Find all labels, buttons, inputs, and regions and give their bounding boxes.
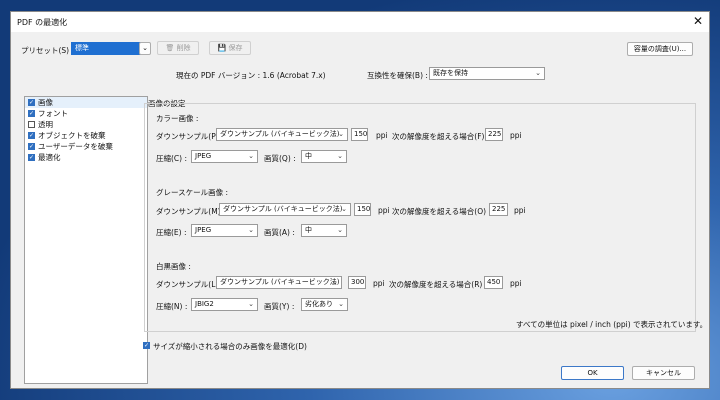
delete-button[interactable]: 🗑 削除	[157, 41, 199, 55]
chevron-down-icon: ⌄	[338, 130, 344, 138]
mono-above-input[interactable]: 450	[484, 276, 503, 289]
preset-value: 標準	[75, 44, 89, 52]
color-above-input[interactable]: 225	[485, 128, 503, 141]
chevron-down-icon: ⌄	[248, 300, 254, 308]
gray-above-input[interactable]: 225	[489, 203, 508, 216]
chevron-down-icon: ⌄	[337, 152, 343, 160]
color-compress-select[interactable]: JPEG ⌄	[191, 150, 258, 163]
checkbox-icon[interactable]: ✓	[28, 143, 35, 150]
color-ppi-input[interactable]: 150	[351, 128, 368, 141]
list-item-label: 透明	[38, 120, 53, 129]
cancel-button[interactable]: キャンセル	[632, 366, 695, 380]
gray-above-unit: ppi	[514, 206, 526, 215]
chevron-down-icon: ⌄	[248, 226, 254, 234]
color-downsample-value: ダウンサンプル (バイキュービック法)	[220, 130, 340, 138]
gray-compress-value: JPEG	[195, 226, 212, 234]
mono-downsample-select[interactable]: ダウンサンプル (バイキュービック法) ⌄	[216, 276, 342, 289]
gray-compress-label: 圧縮(E) :	[156, 228, 187, 237]
gray-quality-select[interactable]: 中 ⌄	[301, 224, 347, 237]
ok-button[interactable]: OK	[561, 366, 624, 380]
gray-downsample-select[interactable]: ダウンサンプル (バイキュービック法) ⌄	[219, 203, 351, 216]
mono-compress-label: 圧縮(N) :	[156, 302, 188, 311]
preset-select[interactable]: 標準	[71, 42, 149, 55]
trash-icon: 🗑	[165, 44, 175, 52]
optimize-pdf-dialog: PDF の最適化 ✕ プリセット(S) : 標準 ⌄ 🗑 削除 💾 保存 容量の…	[10, 11, 710, 389]
gray-downsample-label: ダウンサンプル(M) :	[156, 207, 226, 216]
close-icon[interactable]: ✕	[693, 14, 703, 28]
delete-label: 削除	[176, 44, 191, 52]
chevron-down-icon: ⌄	[248, 152, 254, 160]
preset-label: プリセット(S) :	[21, 46, 75, 55]
color-downsample-select[interactable]: ダウンサンプル (バイキュービック法) ⌄	[216, 128, 348, 141]
gray-section-title: グレースケール画像 :	[156, 188, 229, 197]
list-item-images[interactable]: ✓ 画像	[25, 97, 147, 108]
color-section-title: カラー画像 :	[156, 114, 199, 123]
checkbox-icon[interactable]: ✓	[28, 132, 35, 139]
mono-compress-value: JBIG2	[195, 300, 214, 308]
color-quality-select[interactable]: 中 ⌄	[301, 150, 347, 163]
list-item-optimize[interactable]: ✓ 最適化	[25, 152, 147, 163]
color-ppi-unit: ppi	[376, 131, 388, 140]
floppy-icon: 💾	[217, 44, 227, 52]
mono-above-unit: ppi	[510, 279, 522, 288]
color-downsample-label: ダウンサンプル(P) :	[156, 132, 224, 141]
gray-quality-value: 中	[305, 226, 312, 234]
list-item-discard-objects[interactable]: ✓ オブジェクトを破棄	[25, 130, 147, 141]
color-above-unit: ppi	[510, 131, 522, 140]
color-compress-value: JPEG	[195, 152, 212, 160]
dialog-title: PDF の最適化	[17, 18, 68, 27]
color-compress-label: 圧縮(C) :	[156, 154, 187, 163]
mono-quality-label: 画質(Y) :	[264, 302, 295, 311]
chevron-down-icon: ⌄	[535, 69, 541, 77]
color-above-label: 次の解像度を超える場合(F) :	[392, 132, 490, 141]
checkbox-icon[interactable]	[28, 121, 35, 128]
mono-quality-select[interactable]: 劣化あり ⌄	[301, 298, 348, 311]
compat-value: 既存を保持	[433, 69, 468, 77]
mono-section-title: 白黒画像 :	[156, 262, 191, 271]
list-item-label: フォント	[38, 109, 68, 118]
preset-dropdown-button[interactable]: ⌄	[139, 42, 151, 55]
list-item-transparency[interactable]: 透明	[25, 119, 147, 130]
gray-ppi-unit: ppi	[378, 206, 390, 215]
list-item-discard-user-data[interactable]: ✓ ユーザーデータを破棄	[25, 141, 147, 152]
mono-downsample-label: ダウンサンプル(L) :	[156, 280, 224, 289]
checkbox-icon[interactable]: ✓	[143, 342, 150, 349]
checkbox-icon[interactable]: ✓	[28, 110, 35, 117]
mono-above-label: 次の解像度を超える場合(R) :	[389, 280, 488, 289]
mono-quality-value: 劣化あり	[305, 300, 333, 308]
chevron-down-icon: ⌄	[341, 205, 347, 213]
audit-space-button[interactable]: 容量の調査(U)...	[627, 42, 693, 56]
compat-label: 互換性を確保(B) :	[367, 71, 428, 80]
color-quality-value: 中	[305, 152, 312, 160]
chevron-down-icon: ⌄	[142, 44, 148, 52]
gray-downsample-value: ダウンサンプル (バイキュービック法)	[223, 205, 343, 213]
current-version-text: 現在の PDF バージョン : 1.6 (Acrobat 7.x)	[176, 71, 326, 80]
color-quality-label: 画質(Q) :	[264, 154, 296, 163]
title-bar: PDF の最適化 ✕	[11, 12, 709, 32]
list-item-label: 最適化	[38, 153, 61, 162]
gray-above-label: 次の解像度を超える場合(O) :	[392, 207, 491, 216]
gray-ppi-input[interactable]: 150	[354, 203, 371, 216]
gray-compress-select[interactable]: JPEG ⌄	[191, 224, 258, 237]
save-button[interactable]: 💾 保存	[209, 41, 251, 55]
list-item-label: オブジェクトを破棄	[38, 131, 106, 140]
units-note: すべての単位は pixel / inch (ppi) で表示されています。	[516, 320, 708, 329]
mono-downsample-value: ダウンサンプル (バイキュービック法)	[220, 278, 340, 286]
mono-compress-select[interactable]: JBIG2 ⌄	[191, 298, 258, 311]
list-item-label: ユーザーデータを破棄	[38, 142, 113, 151]
list-item-label: 画像	[38, 98, 53, 107]
checkbox-icon[interactable]: ✓	[28, 99, 35, 106]
checkbox-icon[interactable]: ✓	[28, 154, 35, 161]
chevron-down-icon: ⌄	[332, 278, 338, 286]
mono-ppi-input[interactable]: 300	[348, 276, 366, 289]
chevron-down-icon: ⌄	[337, 226, 343, 234]
gray-quality-label: 画質(A) :	[264, 228, 295, 237]
mono-ppi-unit: ppi	[373, 279, 385, 288]
optimize-if-smaller-label: サイズが縮小される場合のみ画像を最適化(D)	[153, 342, 307, 351]
chevron-down-icon: ⌄	[338, 300, 344, 308]
save-label: 保存	[228, 44, 243, 52]
category-list: ✓ 画像 ✓ フォント 透明 ✓ オブジェクトを破棄 ✓ ユーザーデータを破棄 …	[24, 96, 148, 384]
list-item-fonts[interactable]: ✓ フォント	[25, 108, 147, 119]
compat-select[interactable]: 既存を保持 ⌄	[429, 67, 545, 80]
